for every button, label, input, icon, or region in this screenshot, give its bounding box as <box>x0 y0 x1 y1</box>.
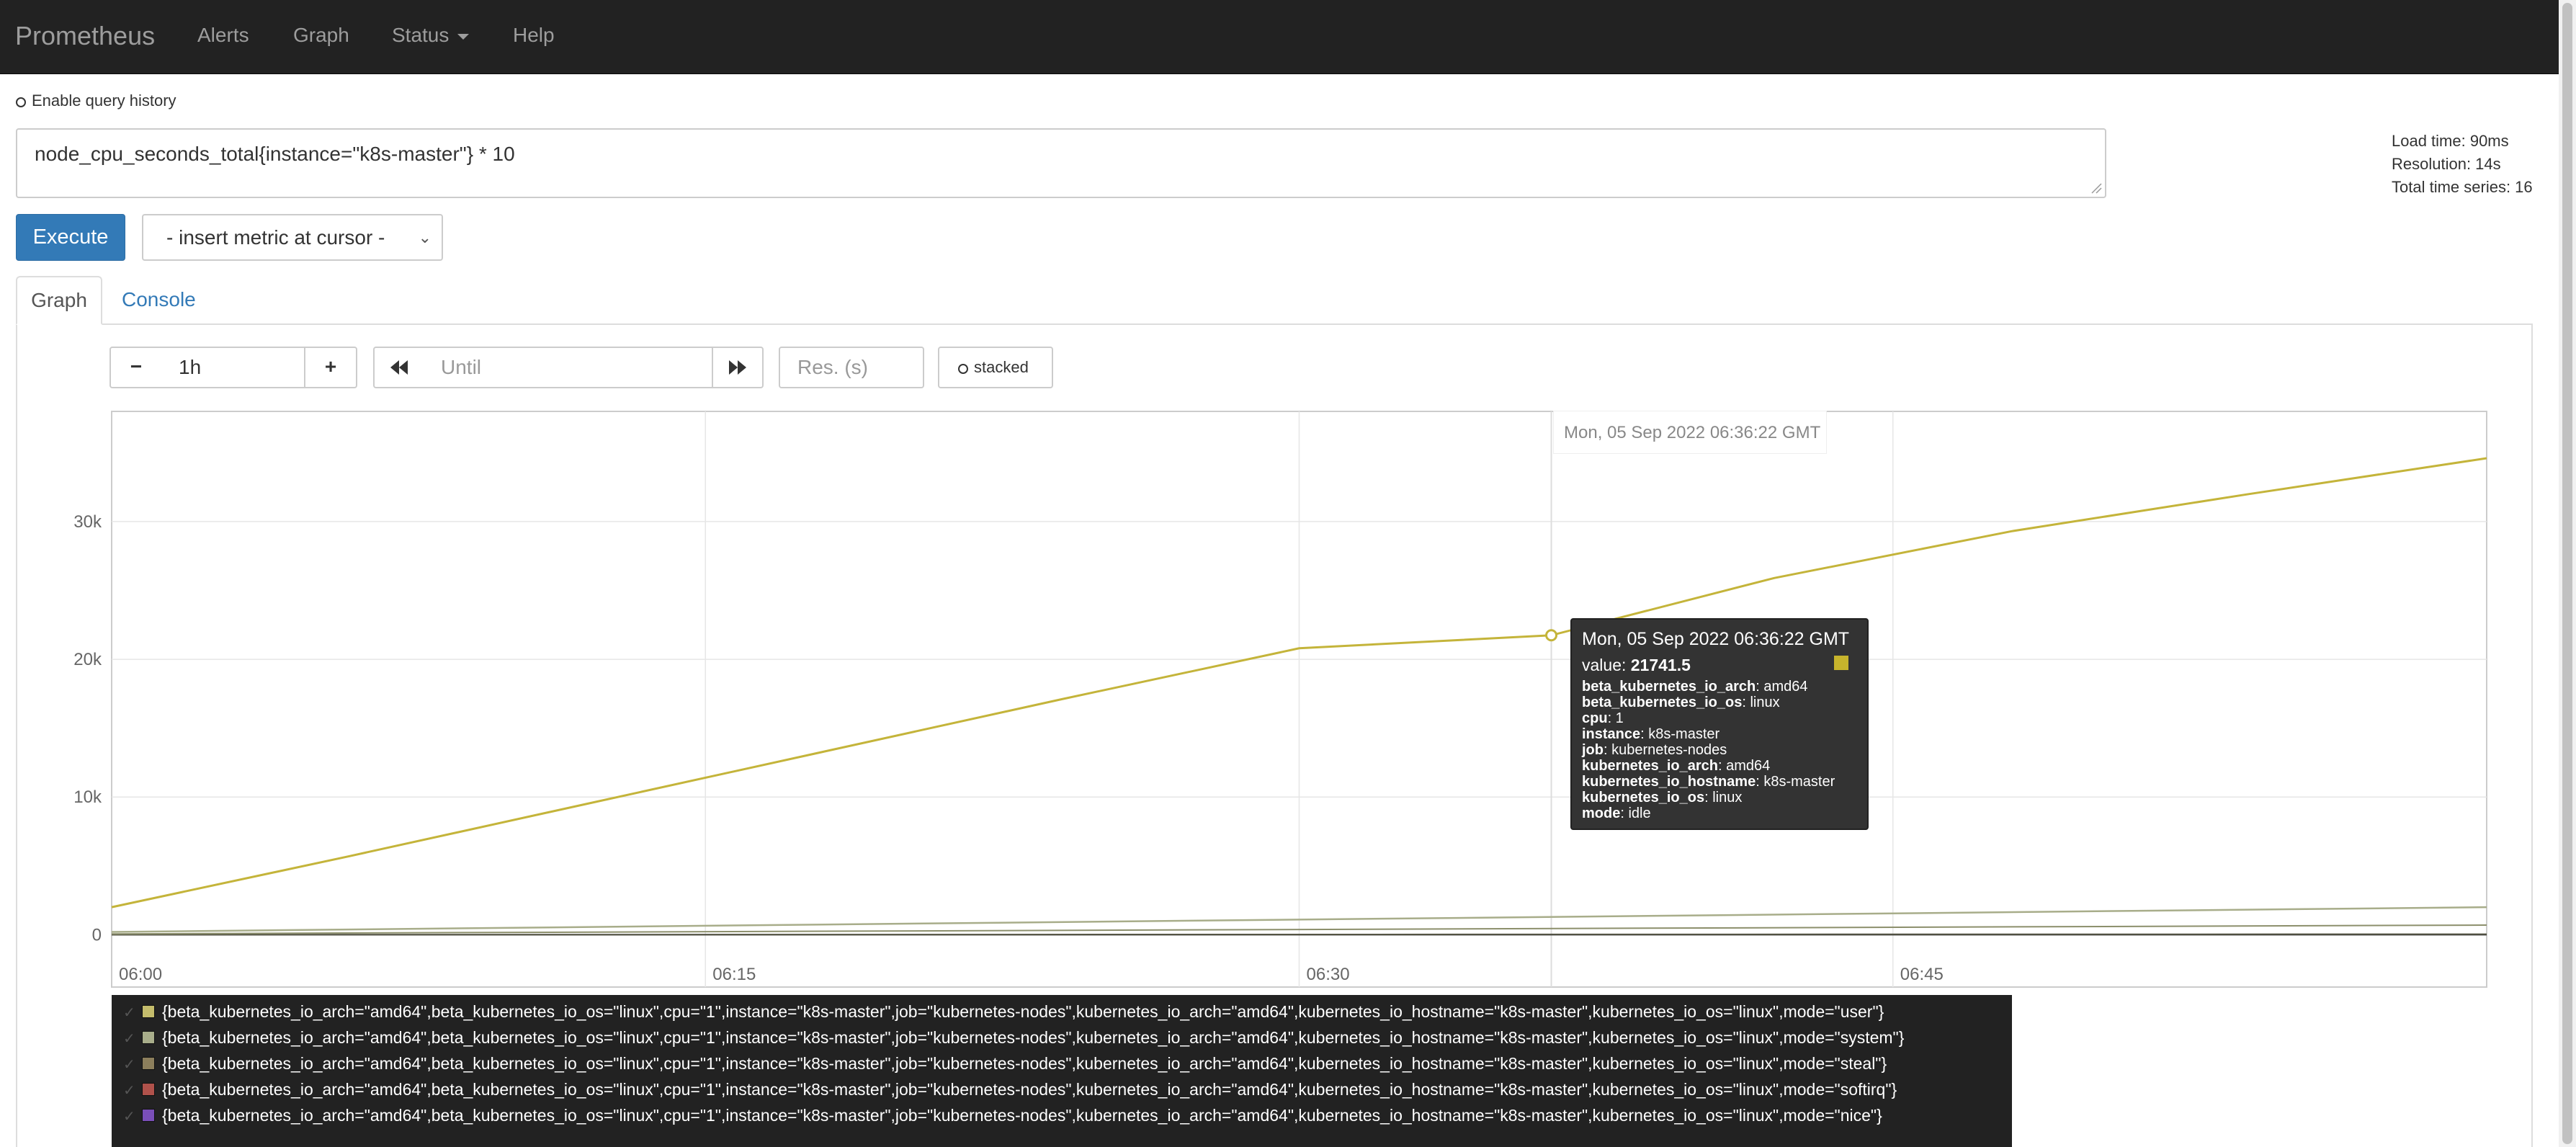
series-legend: ✓ {beta_kubernetes_io_arch="amd64",beta_k… <box>112 995 2012 1147</box>
tooltip-label-value: : k8s-master <box>1756 774 1835 790</box>
legend-item[interactable]: ✓ {beta_kubernetes_io_arch="amd64",beta_k… <box>123 999 1884 1025</box>
legend-swatch <box>142 1031 155 1044</box>
hover-point <box>1545 629 1558 642</box>
tooltip-label-key: kubernetes_io_hostname <box>1582 774 1756 790</box>
legend-swatch <box>142 1005 155 1018</box>
tooltip-label-key: kubernetes_io_arch <box>1582 758 1718 774</box>
legend-swatch <box>142 1057 155 1070</box>
legend-label: {beta_kubernetes_io_arch="amd64",beta_ku… <box>162 1106 1882 1125</box>
series-line <box>111 933 2487 936</box>
y-tick-label: 20k <box>73 650 102 669</box>
tooltip-label-key: beta_kubernetes_io_arch <box>1582 679 1756 695</box>
vertical-scrollbar[interactable] <box>2559 0 2576 1147</box>
legend-label: {beta_kubernetes_io_arch="amd64",beta_ku… <box>162 1080 1897 1099</box>
legend-item[interactable]: ✓ {beta_kubernetes_io_arch="amd64",beta_k… <box>123 1025 1904 1050</box>
hover-time-label: Mon, 05 Sep 2022 06:36:22 GMT <box>1553 411 1827 454</box>
tooltip-label-value: : amd64 <box>1756 679 1808 695</box>
tooltip-label-row: kubernetes_io_os: linux <box>1582 790 1857 805</box>
time-series-chart[interactable]: 06:00 06:15 06:30 06:45 0 10k 20k 30k <box>0 0 2559 1147</box>
tooltip-label-row: kubernetes_io_arch: amd64 <box>1582 758 1857 774</box>
tooltip-value: value: 21741.5 <box>1582 654 1857 676</box>
tooltip-label-value: : 1 <box>1607 710 1624 726</box>
checkmark-icon: ✓ <box>123 1083 135 1099</box>
x-tick-label: 06:15 <box>712 965 756 984</box>
tooltip-label-key: job <box>1582 742 1604 758</box>
tooltip-value-number: 21741.5 <box>1630 656 1691 674</box>
tooltip-label-value: : amd64 <box>1717 758 1771 774</box>
x-tick-label: 06:30 <box>1307 965 1350 984</box>
tooltip-label-key: beta_kubernetes_io_os <box>1582 695 1743 710</box>
tooltip-label-row: instance: k8s-master <box>1582 726 1857 742</box>
series-tooltip: Mon, 05 Sep 2022 06:36:22 GMT value: 217… <box>1570 618 1869 830</box>
legend-item[interactable]: ✓ {beta_kubernetes_io_arch="amd64",beta_k… <box>123 1102 1882 1128</box>
tooltip-label-row: kubernetes_io_hostname: k8s-master <box>1582 774 1857 790</box>
legend-swatch <box>142 1109 155 1122</box>
checkmark-icon: ✓ <box>123 1057 135 1073</box>
checkmark-icon: ✓ <box>123 1109 135 1125</box>
tooltip-label-value: : kubernetes-nodes <box>1604 742 1727 758</box>
scrollbar-thumb[interactable] <box>2562 3 2572 1144</box>
legend-item[interactable]: ✓ {beta_kubernetes_io_arch="amd64",beta_k… <box>123 1076 1897 1102</box>
tooltip-label-row: job: kubernetes-nodes <box>1582 742 1857 758</box>
y-tick-label: 0 <box>92 925 102 945</box>
tooltip-date: Mon, 05 Sep 2022 06:36:22 GMT <box>1582 629 1850 649</box>
checkmark-icon: ✓ <box>123 1031 135 1047</box>
y-tick-label: 10k <box>73 787 102 807</box>
y-tick-label: 30k <box>73 512 102 532</box>
legend-item[interactable]: ✓ {beta_kubernetes_io_arch="amd64",beta_k… <box>123 1050 1887 1076</box>
legend-label: {beta_kubernetes_io_arch="amd64",beta_ku… <box>162 1054 1887 1073</box>
tooltip-label-value: : linux <box>1704 790 1743 805</box>
legend-label: {beta_kubernetes_io_arch="amd64",beta_ku… <box>162 1002 1884 1021</box>
tooltip-label-key: cpu <box>1582 710 1608 726</box>
tooltip-label-key: instance <box>1582 726 1641 742</box>
tooltip-label-value: : linux <box>1742 695 1780 710</box>
tooltip-label-value: : idle <box>1620 805 1651 821</box>
legend-label: {beta_kubernetes_io_arch="amd64",beta_ku… <box>162 1028 1905 1047</box>
x-tick-label: 06:00 <box>119 965 162 984</box>
tooltip-color-swatch <box>1834 656 1848 670</box>
x-tick-label: 06:45 <box>1900 965 1944 984</box>
tooltip-label-row: mode: idle <box>1582 805 1857 821</box>
tooltip-label-row: beta_kubernetes_io_arch: amd64 <box>1582 679 1857 695</box>
tooltip-label-key: kubernetes_io_os <box>1582 790 1705 805</box>
legend-swatch <box>142 1083 155 1096</box>
tooltip-label-value: : k8s-master <box>1640 726 1720 742</box>
tooltip-label-row: beta_kubernetes_io_os: linux <box>1582 695 1857 710</box>
tooltip-value-label: value: <box>1582 656 1627 674</box>
tooltip-label-row: cpu: 1 <box>1582 710 1857 726</box>
tooltip-label-key: mode <box>1582 805 1621 821</box>
checkmark-icon: ✓ <box>123 1005 135 1021</box>
